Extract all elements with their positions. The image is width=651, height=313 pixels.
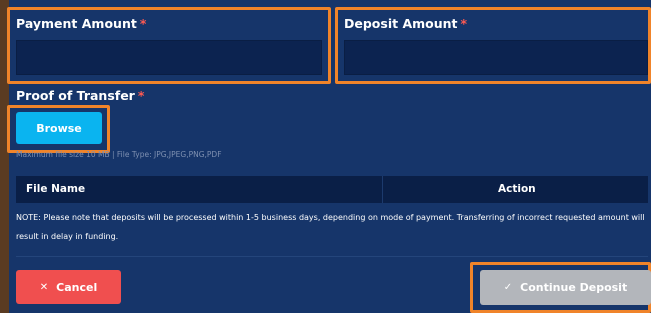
deposit-amount-label: Deposit Amount * bbox=[344, 16, 467, 31]
payment-amount-label: Payment Amount * bbox=[16, 16, 146, 31]
proof-of-transfer-label: Proof of Transfer * bbox=[16, 88, 144, 103]
deposit-note: NOTE: Please note that deposits will be … bbox=[16, 213, 645, 241]
column-divider bbox=[382, 176, 383, 203]
payment-amount-label-text: Payment Amount bbox=[16, 16, 137, 31]
required-mark: * bbox=[460, 16, 468, 31]
browse-button[interactable]: Browse bbox=[16, 112, 102, 144]
required-mark: * bbox=[139, 16, 147, 31]
close-icon: ✕ bbox=[39, 281, 49, 293]
file-table-header: File Name Action bbox=[16, 176, 648, 203]
proof-of-transfer-label-text: Proof of Transfer bbox=[16, 88, 135, 103]
column-file-name: File Name bbox=[26, 183, 86, 195]
cancel-label: Cancel bbox=[56, 280, 98, 294]
continue-deposit-button[interactable]: ✓ Continue Deposit bbox=[480, 270, 651, 305]
file-hint: Maximum file size 10 MB | File Type: JPG… bbox=[16, 150, 222, 159]
deposit-amount-label-text: Deposit Amount bbox=[344, 16, 458, 31]
check-icon: ✓ bbox=[503, 282, 513, 293]
continue-label: Continue Deposit bbox=[520, 281, 628, 294]
deposit-amount-input[interactable] bbox=[344, 40, 648, 75]
required-mark: * bbox=[137, 88, 145, 103]
divider bbox=[16, 256, 648, 257]
column-action: Action bbox=[498, 183, 536, 195]
payment-amount-input[interactable] bbox=[16, 40, 322, 75]
cancel-button[interactable]: ✕ Cancel bbox=[16, 270, 121, 304]
